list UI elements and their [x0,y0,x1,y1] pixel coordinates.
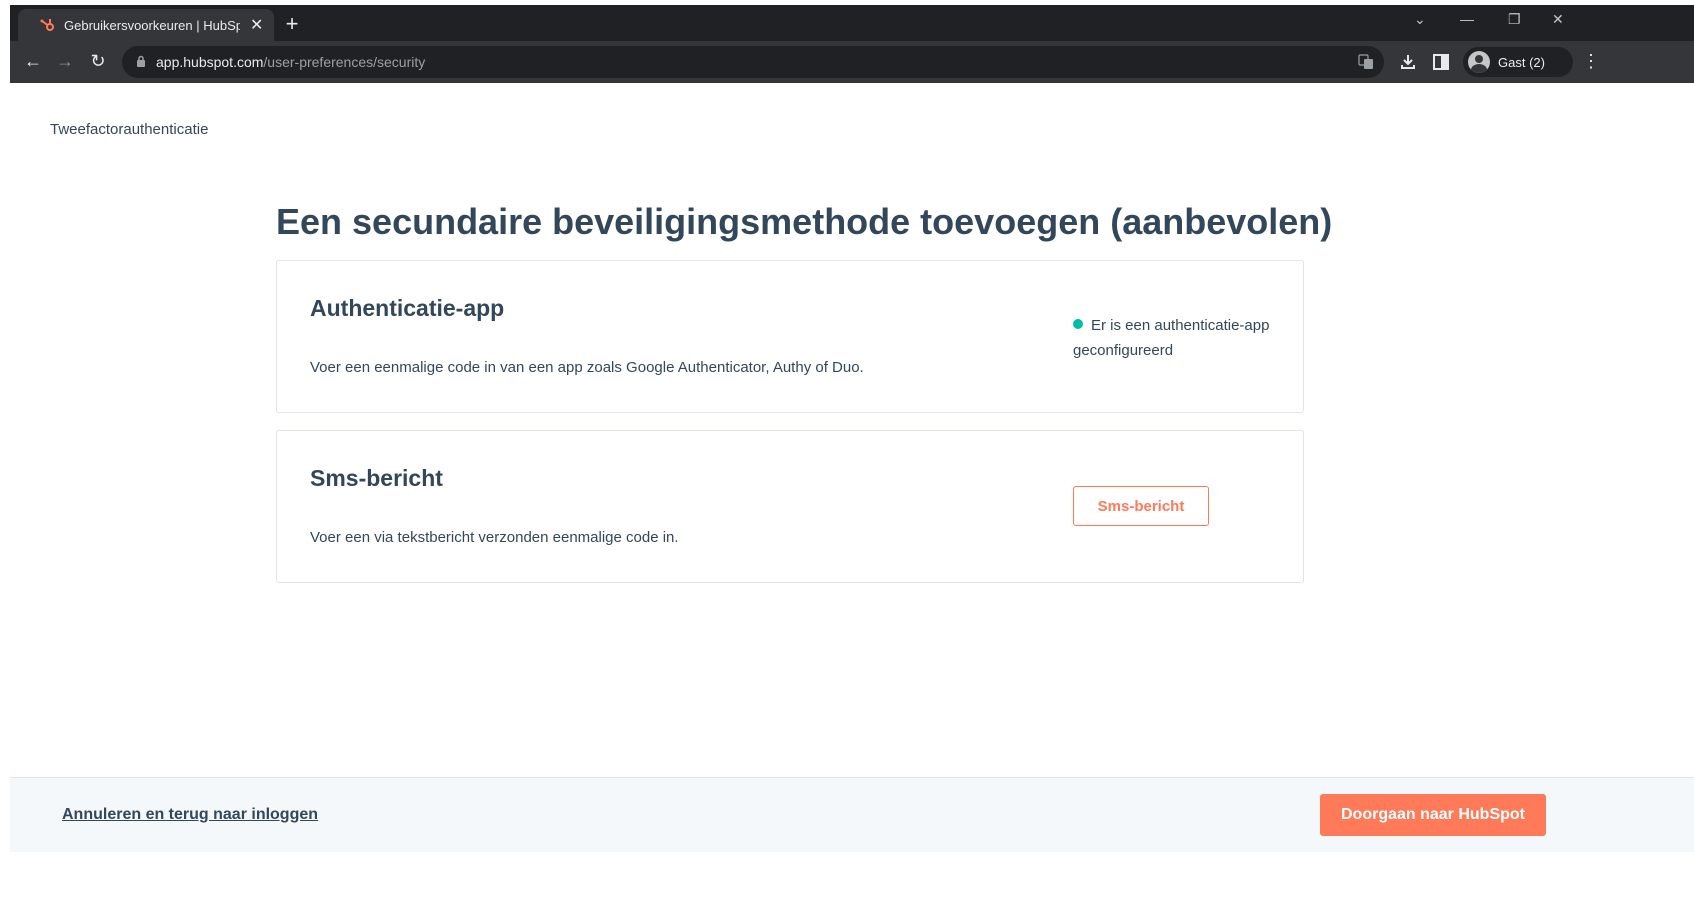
tab-close-icon[interactable]: ✕ [250,15,263,35]
url-host: app.hubspot.com [156,54,264,70]
browser-menu-icon[interactable]: ⋮ [1582,51,1600,72]
side-panel-icon[interactable] [1432,53,1450,71]
continue-button[interactable]: Doorgaan naar HubSpot [1320,794,1546,836]
translate-icon[interactable] [1358,54,1374,70]
profile-button[interactable]: Gast (2) [1463,47,1573,77]
authenticator-app-card: Authenticatie-app Voer een eenmalige cod… [276,260,1304,413]
window-close-icon[interactable]: ✕ [1552,11,1564,28]
avatar-icon [1468,51,1490,73]
page-content: Tweefactorauthenticatie Een secundaire b… [10,83,1694,911]
browser-toolbar: ← → ↻ app.hubspot.com/user-preferences/s… [10,41,1694,83]
card-description: Voer een eenmalige code in van een app z… [310,359,864,376]
forward-arrow-icon[interactable]: → [54,51,76,72]
sms-card: Sms-bericht Voer een via tekstbericht ve… [276,430,1304,583]
tab-title: Gebruikersvoorkeuren | HubSpot [64,17,240,33]
status-indicator: Er is een authenticatie-app geconfiguree… [1073,313,1283,363]
restore-icon[interactable]: ❐ [1508,11,1521,28]
download-icon[interactable] [1399,53,1417,71]
url-path: /user-preferences/security [263,54,426,70]
status-dot-icon [1073,319,1083,329]
profile-name: Gast (2) [1498,54,1545,70]
cancel-link[interactable]: Annuleren en terug naar inloggen [62,806,318,824]
sms-button[interactable]: Sms-bericht [1073,486,1209,526]
new-tab-button[interactable]: + [278,11,306,37]
tab-bar: Gebruikersvoorkeuren | HubSpot ✕ + ⌄ — ❐… [10,5,1694,41]
browser-window: Gebruikersvoorkeuren | HubSpot ✕ + ⌄ — ❐… [10,5,1694,911]
url-text: app.hubspot.com/user-preferences/securit… [156,54,425,70]
back-arrow-icon[interactable]: ← [22,51,44,72]
breadcrumb: Tweefactorauthenticatie [50,121,209,138]
minimize-icon[interactable]: — [1460,11,1474,27]
tab-search-icon[interactable]: ⌄ [1414,11,1426,28]
status-text: Er is een authenticatie-app geconfiguree… [1073,317,1270,359]
browser-tab[interactable]: Gebruikersvoorkeuren | HubSpot ✕ [18,9,274,41]
address-bar[interactable]: app.hubspot.com/user-preferences/securit… [122,46,1384,78]
card-description: Voer een via tekstbericht verzonden eenm… [310,529,679,546]
hubspot-logo-icon [40,19,54,31]
page-title: Een secundaire beveiligingsmethode toevo… [276,201,1333,242]
lock-icon [137,55,145,67]
card-title: Authenticatie-app [310,295,505,321]
footer-bar: Annuleren en terug naar inloggen Doorgaa… [10,777,1694,852]
reload-icon[interactable]: ↻ [87,51,109,72]
card-title: Sms-bericht [310,465,443,491]
